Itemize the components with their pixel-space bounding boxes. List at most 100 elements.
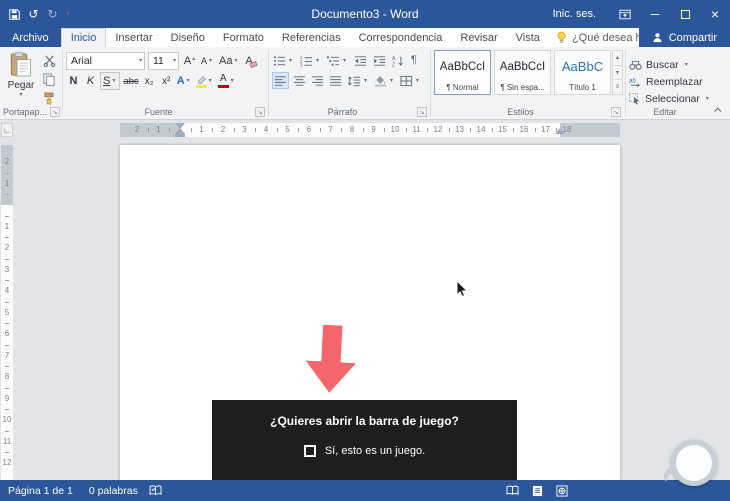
text-effects-icon: A <box>176 75 185 87</box>
bullets-icon <box>273 55 286 66</box>
style-card[interactable]: AaBbCcI ¶ Normal <box>434 50 491 95</box>
shading-button[interactable]: ▾ <box>373 72 396 89</box>
justify-button[interactable] <box>328 72 343 89</box>
grow-font-button[interactable]: A ▴ <box>182 53 197 70</box>
tab-stop-selector[interactable]: ∟ <box>1 123 13 137</box>
checkbox[interactable] <box>303 445 316 457</box>
proofing-status-button[interactable] <box>146 485 166 496</box>
tab-insertar[interactable]: Insertar <box>106 28 161 47</box>
ruler-number: 4 <box>4 286 10 295</box>
align-left-button[interactable] <box>272 72 289 89</box>
launcher-icon: ↘ <box>257 109 263 116</box>
right-indent-marker[interactable] <box>555 128 565 134</box>
tab-vista[interactable]: Vista <box>507 28 549 47</box>
vertical-ruler[interactable]: 1 2 3 4 5 6 7 8 9 10 11 12 1 2 <box>1 138 13 480</box>
paste-button[interactable]: Pegar ▾ <box>5 50 37 108</box>
ruler-number: 3 <box>4 264 10 274</box>
numbering-button[interactable]: 1 2 3 ▾ <box>299 52 322 69</box>
tab-diseno[interactable]: Diseño <box>162 28 214 47</box>
styles-scroll-up-button[interactable]: ▴ <box>612 50 623 66</box>
style-card[interactable]: AaBbCcI ¶ Sin espa... <box>494 50 551 95</box>
print-layout-button[interactable] <box>529 483 545 499</box>
page-indicator[interactable]: Página 1 de 1 <box>0 485 81 497</box>
sort-button[interactable]: AZ <box>391 52 406 69</box>
change-case-button[interactable]: Aa ▾ <box>218 53 240 70</box>
ruler-tick <box>513 128 515 132</box>
ruler-number: 11 <box>2 436 12 446</box>
status-bar: Página 1 de 1 0 palabras <box>0 480 730 501</box>
ruler-number: 10 <box>390 125 400 134</box>
cut-button[interactable] <box>40 52 58 68</box>
replace-button[interactable]: ab Reemplazar <box>629 74 703 89</box>
borders-button[interactable]: ▾ <box>399 72 422 89</box>
highlight-button[interactable]: ▾ <box>195 73 215 90</box>
tab-inicio[interactable]: Inicio <box>60 28 107 47</box>
tab-archivo[interactable]: Archivo <box>0 28 61 47</box>
save-button[interactable] <box>5 4 24 24</box>
line-spacing-button[interactable]: ▾ <box>346 72 370 89</box>
clipboard-dialog-launcher[interactable]: ↘ <box>50 107 60 117</box>
copy-button[interactable] <box>40 71 58 87</box>
italic-button[interactable]: K <box>83 73 98 90</box>
horizontal-ruler[interactable]: 1 2 3 4 5 6 7 8 9 10 11 12 13 14 15 16 17 18 1 2 <box>120 123 620 137</box>
close-button[interactable]: × <box>700 0 730 28</box>
ruler-number: 17 <box>541 125 550 134</box>
increase-indent-button[interactable] <box>372 52 387 69</box>
align-center-button[interactable] <box>292 72 307 89</box>
tab-referencias[interactable]: Referencias <box>273 28 350 47</box>
paragraph-dialog-launcher[interactable]: ↘ <box>417 107 427 117</box>
justify-icon <box>329 75 342 86</box>
ruler-tick <box>5 215 9 217</box>
find-label: Buscar <box>646 58 679 71</box>
tab-correspondencia[interactable]: Correspondencia <box>350 28 452 47</box>
lightbulb-icon <box>557 31 566 43</box>
left-indent-marker[interactable] <box>175 134 185 137</box>
web-layout-button[interactable] <box>554 483 570 499</box>
sign-in-button[interactable]: Inic. ses. <box>539 8 610 20</box>
format-painter-button[interactable] <box>40 90 58 106</box>
align-right-button[interactable] <box>310 72 325 89</box>
redo-button[interactable]: ↻ <box>43 4 62 24</box>
dialog-checkbox-row[interactable]: Sí, esto es un juego. <box>303 445 425 457</box>
bullets-button[interactable]: ▾ <box>272 52 295 69</box>
styles-dialog-launcher[interactable]: ↘ <box>611 107 621 117</box>
font-size-select[interactable]: 11 ▾ <box>148 52 179 70</box>
underline-button[interactable]: S ▾ <box>100 72 121 90</box>
font-name-select[interactable]: Arial ▾ <box>66 52 145 70</box>
ruler-number: 1 <box>199 125 204 134</box>
show-paragraph-marks-button[interactable]: ¶ <box>410 52 418 69</box>
cortana-orb[interactable] <box>671 440 717 486</box>
minimize-button[interactable]: ─ <box>640 0 670 28</box>
share-button[interactable]: Compartir <box>638 28 730 47</box>
text-effects-button[interactable]: A ▾ <box>176 73 193 90</box>
styles-scroll-down-button[interactable]: ▾ <box>612 65 623 81</box>
decrease-indent-button[interactable] <box>353 52 368 69</box>
superscript-button[interactable]: x² <box>159 73 174 90</box>
group-label-styles: Estilos <box>507 107 534 117</box>
read-mode-button[interactable] <box>504 483 520 499</box>
borders-icon <box>400 75 413 86</box>
subscript-button[interactable]: x₂ <box>142 73 157 90</box>
quick-access-toolbar: ↺ ↻ ▾ <box>5 4 74 24</box>
strikethrough-button[interactable]: abc <box>122 73 139 90</box>
select-button[interactable]: Seleccionar ▾ <box>629 91 711 106</box>
collapse-ribbon-button[interactable] <box>711 104 725 116</box>
increase-indent-icon <box>373 55 386 66</box>
undo-button[interactable]: ↺ <box>24 4 43 24</box>
style-card[interactable]: AaBbC Título 1 <box>554 50 611 95</box>
ribbon-display-options-button[interactable] <box>610 0 640 28</box>
bold-button[interactable]: N <box>66 73 81 90</box>
word-count[interactable]: 0 palabras <box>81 485 146 497</box>
customize-quick-access-button[interactable]: ▾ <box>62 4 74 24</box>
clear-formatting-button[interactable]: A <box>244 53 259 70</box>
find-button[interactable]: Buscar ▾ <box>629 57 690 72</box>
proofing-book-icon <box>149 485 162 495</box>
font-dialog-launcher[interactable]: ↘ <box>255 107 265 117</box>
multilevel-list-button[interactable]: ▾ <box>326 52 349 69</box>
shrink-font-button[interactable]: A ▾ <box>200 53 215 70</box>
font-color-button[interactable]: A ▾ <box>217 73 237 90</box>
tab-revisar[interactable]: Revisar <box>451 28 506 47</box>
styles-more-button[interactable]: ≡ <box>612 80 623 96</box>
maximize-button[interactable] <box>670 0 700 28</box>
tab-formato[interactable]: Formato <box>214 28 273 47</box>
